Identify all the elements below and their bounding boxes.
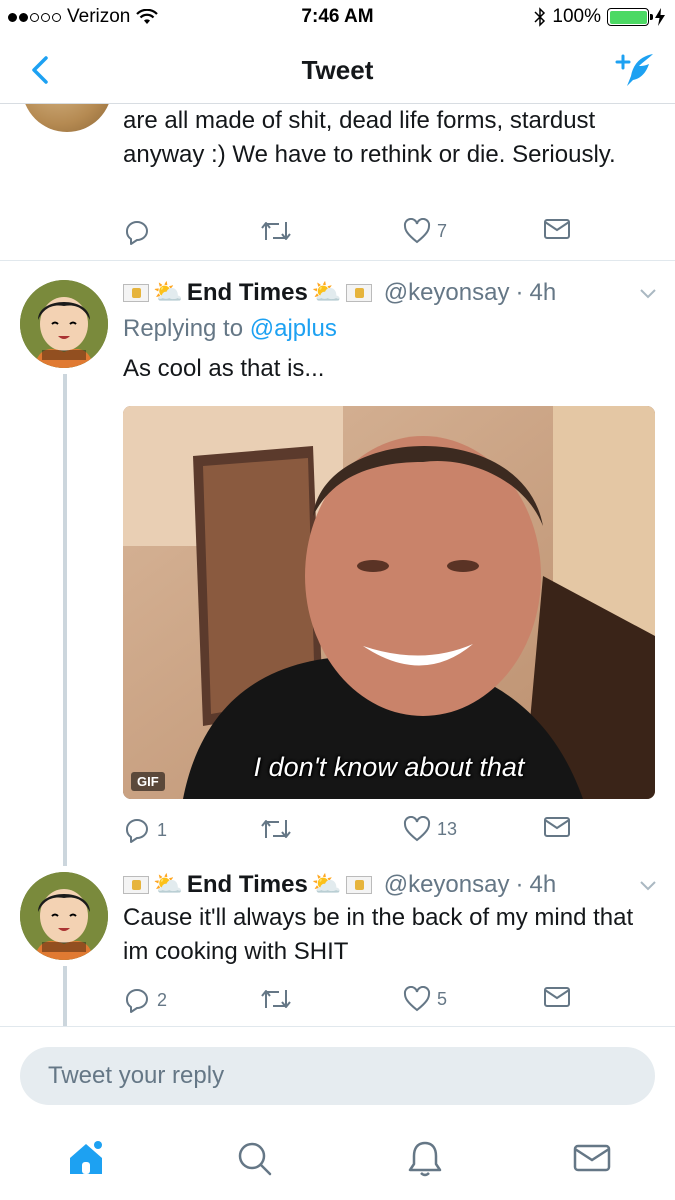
gif-thumbnail	[123, 406, 655, 799]
display-name[interactable]: End Times	[187, 871, 308, 899]
compose-feather-icon[interactable]	[613, 50, 657, 90]
replying-to: Replying to @ajplus	[123, 315, 337, 343]
like-count: 7	[437, 220, 448, 241]
retweet-button[interactable]	[259, 986, 293, 1012]
retweet-icon	[261, 222, 291, 240]
sun-cloud-icon: ⛅	[311, 279, 342, 306]
heart-icon	[403, 816, 431, 842]
avatar[interactable]	[20, 280, 108, 368]
sun-cloud-icon: ⛅	[311, 871, 342, 898]
gif-caption: I don't know about that	[253, 752, 525, 782]
flag-icon	[345, 876, 372, 894]
thread-line	[63, 374, 67, 866]
direct-message-button[interactable]	[543, 986, 571, 1008]
retweet-button[interactable]	[259, 816, 293, 842]
tab-bar	[0, 1124, 675, 1200]
tweet-actions: 2 5	[123, 986, 643, 1016]
tweet-text: Cause it'll always be in the back of my …	[123, 904, 634, 965]
flag-icon	[123, 876, 149, 894]
tweet-header: ⛅ End Times ⛅ @keyonsay · 4h	[123, 868, 556, 902]
direct-message-button[interactable]	[543, 218, 571, 240]
heart-icon	[403, 218, 431, 244]
like-button[interactable]: 13	[403, 816, 457, 842]
reply-icon	[126, 989, 148, 1013]
tweet-actions: 1 13	[123, 816, 643, 846]
replying-to-label: Replying to	[123, 315, 250, 342]
tweet-thread: are all made of shit, dead life forms, s…	[0, 104, 675, 1026]
reply-icon	[126, 819, 148, 843]
battery-icon	[607, 8, 653, 26]
reply-count: 1	[157, 819, 168, 840]
retweet-icon	[261, 820, 291, 838]
reply-button[interactable]: 1	[123, 816, 167, 844]
envelope-icon	[544, 817, 570, 837]
notifications-bell-icon[interactable]	[405, 1138, 445, 1178]
reply-bar	[0, 1026, 675, 1124]
home-icon[interactable]	[66, 1138, 106, 1178]
direct-message-button[interactable]	[543, 816, 571, 838]
display-name[interactable]: End Times	[187, 279, 308, 307]
reply-button[interactable]	[123, 218, 151, 246]
battery-percent: 100%	[552, 6, 601, 27]
tweet-actions: 7	[123, 218, 643, 248]
thread-line	[63, 966, 67, 1026]
tweet-text: As cool as that is...	[123, 355, 325, 382]
status-right: 100%	[534, 6, 665, 28]
envelope-icon	[544, 987, 570, 1007]
reply-icon	[126, 221, 148, 245]
heart-icon	[403, 986, 431, 1012]
avatar[interactable]	[22, 104, 112, 132]
separator: ·	[515, 279, 524, 306]
separator: ·	[515, 871, 524, 898]
chevron-down-icon[interactable]	[637, 282, 659, 304]
flag-icon	[345, 284, 372, 302]
flag-icon	[123, 284, 149, 302]
retweet-icon	[261, 990, 291, 1008]
avatar[interactable]	[20, 872, 108, 960]
chevron-down-icon[interactable]	[637, 874, 659, 896]
user-handle[interactable]: @keyonsay	[384, 279, 510, 307]
sun-cloud-icon: ⛅	[153, 279, 183, 306]
reply-count: 2	[157, 989, 168, 1010]
divider	[0, 260, 675, 261]
user-handle[interactable]: @keyonsay	[384, 871, 510, 899]
like-button[interactable]: 7	[403, 218, 447, 244]
timestamp: 4h	[529, 279, 557, 306]
reply-button[interactable]: 2	[123, 986, 167, 1014]
like-count: 5	[437, 988, 448, 1009]
bluetooth-icon	[534, 7, 546, 27]
reply-input[interactable]	[20, 1047, 655, 1105]
nav-bar: Tweet	[0, 36, 675, 104]
gif-media[interactable]: GIF I don't know about that	[123, 406, 655, 799]
search-icon[interactable]	[234, 1138, 274, 1178]
tweet-text: are all made of shit, dead life forms, s…	[123, 107, 616, 168]
tweet-header: ⛅ End Times ⛅ @keyonsay · 4h	[123, 276, 556, 310]
like-button[interactable]: 5	[403, 986, 447, 1012]
messages-envelope-icon[interactable]	[572, 1138, 612, 1178]
sun-cloud-icon: ⛅	[153, 871, 183, 898]
page-title: Tweet	[301, 55, 374, 85]
charging-icon	[655, 8, 665, 26]
retweet-button[interactable]	[259, 218, 293, 244]
like-count: 13	[437, 818, 458, 839]
envelope-icon	[544, 219, 570, 239]
replying-to-handle[interactable]: @ajplus	[250, 315, 337, 342]
status-bar: Verizon 7:46 AM 100%	[0, 0, 675, 36]
timestamp: 4h	[529, 871, 557, 898]
